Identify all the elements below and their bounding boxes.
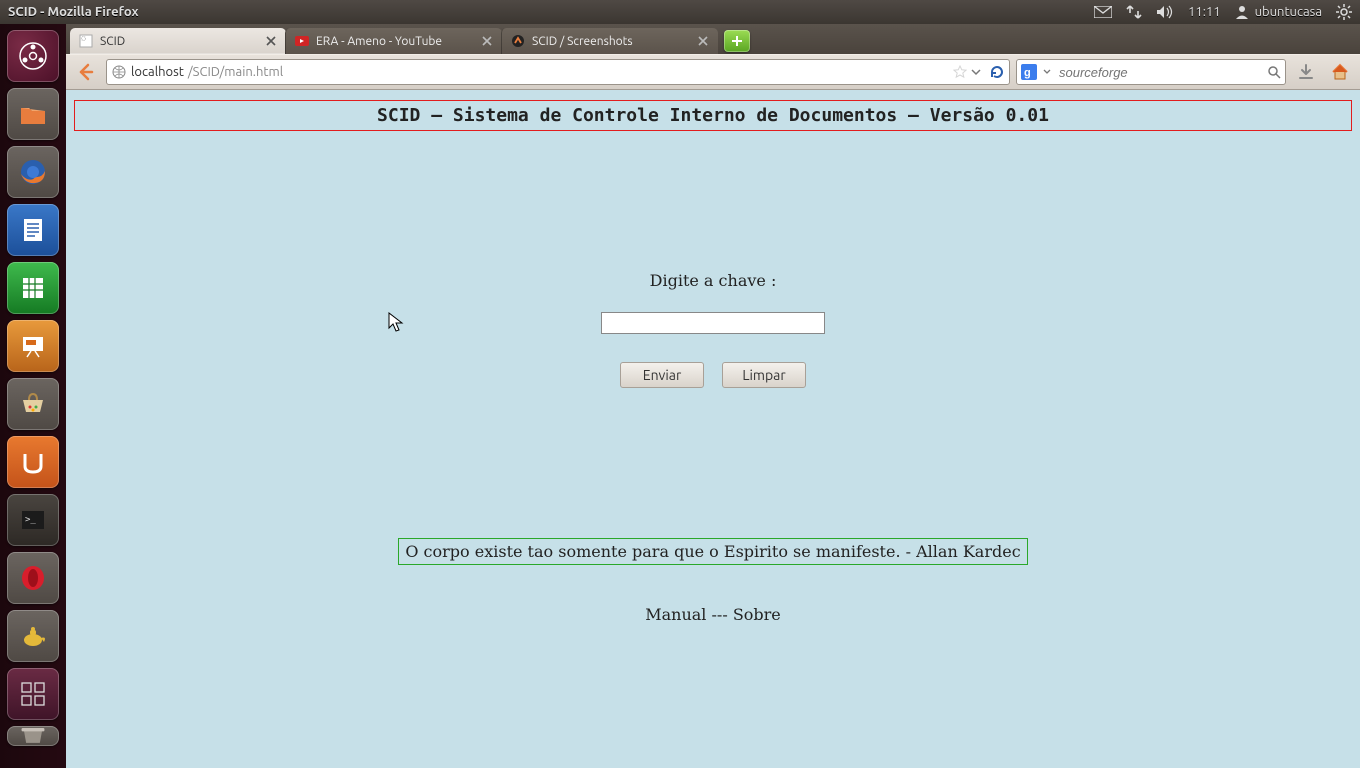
tab-label: ERA - Ameno - YouTube xyxy=(316,35,474,48)
tab-close-icon[interactable] xyxy=(264,34,278,48)
software-center-icon[interactable] xyxy=(7,378,59,430)
tab-screenshots[interactable]: SCID / Screenshots xyxy=(501,28,718,54)
quote-box: O corpo existe tao somente para que o Es… xyxy=(398,538,1027,565)
dropdown-icon[interactable] xyxy=(971,67,981,77)
svg-text:g: g xyxy=(1024,67,1031,79)
clear-button[interactable]: Limpar xyxy=(722,362,806,388)
footer-separator: --- xyxy=(706,605,732,624)
workspace-switcher-icon[interactable] xyxy=(7,668,59,720)
footer-links: Manual --- Sobre xyxy=(74,605,1352,624)
svg-text:>_: >_ xyxy=(25,515,36,525)
writer-icon[interactable] xyxy=(7,204,59,256)
tab-bar: SCID ERA - Ameno - YouTube SCID / Screen… xyxy=(66,24,1360,54)
trash-icon[interactable] xyxy=(7,726,59,746)
tab-label: SCID xyxy=(100,35,258,48)
url-host: localhost xyxy=(131,65,184,79)
search-input[interactable] xyxy=(1057,64,1261,81)
manual-link[interactable]: Manual xyxy=(645,605,706,624)
system-gear-icon[interactable] xyxy=(1336,4,1352,20)
search-engine-dropdown-icon[interactable] xyxy=(1043,68,1051,76)
network-icon[interactable] xyxy=(1126,4,1142,20)
user-menu[interactable]: ubuntucasa xyxy=(1235,5,1322,19)
url-path: /SCID/main.html xyxy=(188,65,283,79)
youtube-favicon-icon xyxy=(294,33,310,49)
firefox-window: SCID ERA - Ameno - YouTube SCID / Screen… xyxy=(66,24,1360,768)
submit-button[interactable]: Enviar xyxy=(620,362,704,388)
firefox-launcher-icon[interactable] xyxy=(7,146,59,198)
sf-favicon-icon xyxy=(510,33,526,49)
username: ubuntucasa xyxy=(1255,5,1322,19)
search-go-icon[interactable] xyxy=(1267,65,1281,79)
calc-icon[interactable] xyxy=(7,262,59,314)
search-bar[interactable]: g xyxy=(1016,59,1286,85)
tab-label: SCID / Screenshots xyxy=(532,35,690,48)
downloads-icon[interactable] xyxy=(1292,58,1320,86)
key-input[interactable] xyxy=(601,312,825,334)
new-tab-button[interactable] xyxy=(724,30,750,52)
tab-close-icon[interactable] xyxy=(696,34,710,48)
nav-toolbar: localhost/SCID/main.html g xyxy=(66,54,1360,90)
google-icon: g xyxy=(1021,64,1037,80)
gnome-top-panel: SCID - Mozilla Firefox 11:11 ubuntucasa xyxy=(0,0,1360,24)
mail-icon[interactable] xyxy=(1094,6,1112,18)
page-favicon-icon xyxy=(111,64,127,80)
about-link[interactable]: Sobre xyxy=(733,605,781,624)
teapot-icon[interactable] xyxy=(7,610,59,662)
files-icon[interactable] xyxy=(7,88,59,140)
reload-icon[interactable] xyxy=(989,64,1005,80)
tab-scid[interactable]: SCID xyxy=(70,28,286,54)
opera-icon[interactable] xyxy=(7,552,59,604)
generic-favicon-icon xyxy=(78,33,94,49)
url-bar[interactable]: localhost/SCID/main.html xyxy=(106,59,1010,85)
clock[interactable]: 11:11 xyxy=(1188,5,1221,19)
user-icon xyxy=(1235,5,1249,19)
terminal-icon[interactable]: >_ xyxy=(7,494,59,546)
tab-youtube[interactable]: ERA - Ameno - YouTube xyxy=(285,28,502,54)
sound-icon[interactable] xyxy=(1156,5,1174,19)
page-viewport: SCID — Sistema de Controle Interno de Do… xyxy=(66,90,1360,768)
home-icon[interactable] xyxy=(1326,58,1354,86)
back-button[interactable] xyxy=(72,58,100,86)
bookmark-star-icon[interactable] xyxy=(953,65,967,79)
tab-close-icon[interactable] xyxy=(480,34,494,48)
page-banner: SCID — Sistema de Controle Interno de Do… xyxy=(74,100,1352,131)
impress-icon[interactable] xyxy=(7,320,59,372)
key-label: Digite a chave : xyxy=(74,271,1352,290)
window-title: SCID - Mozilla Firefox xyxy=(8,5,139,19)
ubuntu-one-icon[interactable] xyxy=(7,436,59,488)
system-indicators: 11:11 ubuntucasa xyxy=(1094,4,1352,20)
dash-icon[interactable] xyxy=(7,30,59,82)
unity-launcher: >_ xyxy=(0,24,66,768)
